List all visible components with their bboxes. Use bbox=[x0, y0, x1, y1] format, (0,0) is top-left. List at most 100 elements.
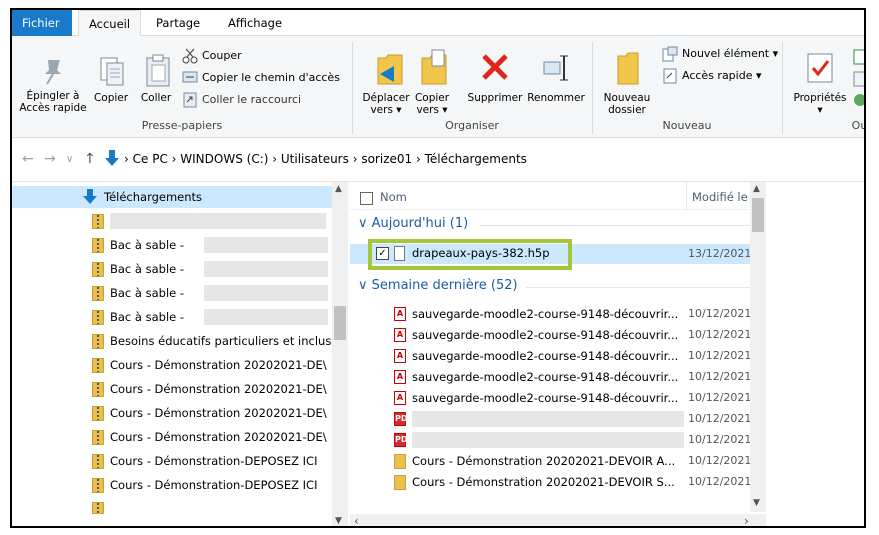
pdf-icon: PDF bbox=[394, 433, 413, 447]
tree-item-label: Cours - Démonstration 20202021-DE\ bbox=[110, 382, 327, 396]
file-row[interactable]: Asauvegarde-moodle2-course-9148-découvri… bbox=[350, 367, 751, 387]
horizontal-scrollbar[interactable]: ‹ › bbox=[350, 514, 766, 526]
file-row[interactable]: Asauvegarde-moodle2-course-9148-découvri… bbox=[350, 304, 752, 324]
downloads-folder-icon bbox=[83, 189, 97, 204]
tab-partage[interactable]: Partage bbox=[146, 10, 210, 36]
easy-access-button[interactable]: Accès rapide ▾ bbox=[682, 69, 762, 83]
file-date: 10/12/2021 bbox=[688, 391, 752, 404]
pdf-icon: A bbox=[394, 349, 406, 363]
select-all-checkbox[interactable] bbox=[360, 192, 373, 205]
tree-item[interactable]: Cours - Démonstration-DEPOSEZ ICI bbox=[12, 474, 332, 496]
file-name: sauvegarde-moodle2-course-9148-découvrir… bbox=[412, 349, 679, 363]
pin-quick-access-button[interactable]: Épingler à Accès rapide bbox=[14, 90, 92, 114]
recent-locations-button[interactable]: ∨ bbox=[66, 154, 73, 165]
scroll-left-arrow[interactable]: ‹ bbox=[354, 514, 359, 526]
zip-folder-icon bbox=[92, 262, 104, 277]
file-row[interactable]: Cours - Démonstration 20202021-DEVOIR S.… bbox=[350, 472, 751, 492]
group-header-last-week[interactable]: ∨ Semaine dernière (52) bbox=[358, 278, 518, 293]
tree-item[interactable]: Bac à sable - bbox=[12, 258, 332, 280]
column-name-header[interactable]: Nom bbox=[380, 190, 407, 204]
column-modified-header[interactable]: Modifié le bbox=[692, 190, 748, 204]
ribbon: Épingler à Accès rapide Copier Coller Co… bbox=[12, 36, 864, 138]
tree-item-label: Bac à sable - bbox=[110, 286, 185, 300]
zip-folder-icon bbox=[92, 454, 104, 469]
tree-item[interactable]: Cours - Démonstration 20202021-DE\ bbox=[12, 378, 332, 400]
tree-item[interactable]: Cours - Démonstration 20202021-DE\ bbox=[12, 354, 332, 376]
tree-item[interactable]: Cours - Démonstration 20202021-DE\ bbox=[12, 426, 332, 448]
address-bar: ← → ∨ ↑ › Ce PC › WINDOWS (C:) › Utilisa… bbox=[12, 138, 864, 182]
organize-group-label: Organiser bbox=[445, 119, 499, 132]
delete-button[interactable]: Supprimer bbox=[458, 92, 532, 104]
file-list-scrollbar[interactable]: ▲ ▼ bbox=[750, 182, 766, 512]
crumb-sorize01[interactable]: sorize01 bbox=[361, 152, 412, 166]
tree-item-partial[interactable] bbox=[12, 500, 332, 514]
scissors-icon bbox=[182, 48, 198, 64]
redacted-text bbox=[412, 411, 684, 427]
file-row[interactable]: Asauvegarde-moodle2-course-9148-découvri… bbox=[350, 325, 751, 345]
zip-folder-icon bbox=[92, 214, 104, 229]
tree-item[interactable]: Cours - Démonstration-DEPOSEZ ICI bbox=[12, 450, 332, 472]
pdf-icon: A bbox=[394, 328, 406, 342]
tab-affichage[interactable]: Affichage bbox=[218, 10, 292, 36]
file-date: 10/12/2021 bbox=[688, 307, 752, 320]
rename-button[interactable]: Renommer bbox=[526, 92, 586, 104]
zip-folder-icon bbox=[92, 334, 104, 349]
file-row[interactable]: Asauvegarde-moodle2-course-9148-découvri… bbox=[350, 346, 751, 366]
tree-item[interactable]: Bac à sable - bbox=[12, 306, 332, 328]
crumb-telechargements[interactable]: Téléchargements bbox=[425, 152, 527, 166]
redacted-text bbox=[204, 285, 328, 301]
copy-path-button[interactable]: Copier le chemin d'accès bbox=[202, 71, 340, 85]
paste-shortcut-icon bbox=[183, 92, 197, 108]
forward-button[interactable]: → bbox=[44, 151, 56, 167]
tab-accueil[interactable]: Accueil bbox=[78, 10, 142, 37]
highlight-box bbox=[368, 239, 572, 270]
group-header-today[interactable]: ∨ Aujourd'hui (1) bbox=[358, 216, 468, 231]
file-row[interactable]: PDF 10/12/2021 bbox=[350, 409, 751, 429]
tab-fichier[interactable]: Fichier bbox=[12, 10, 72, 36]
up-button[interactable]: ↑ bbox=[84, 151, 96, 167]
new-folder-icon bbox=[617, 52, 639, 85]
file-row[interactable]: PDF 10/12/2021 bbox=[350, 430, 751, 450]
tree-item[interactable]: Bac à sable - bbox=[12, 282, 332, 304]
tree-item[interactable]: Besoins éducatifs particuliers et inclus bbox=[12, 330, 332, 352]
move-to-button[interactable]: Déplacer vers ▾ bbox=[360, 92, 412, 116]
tree-item[interactable]: Bac à sable - bbox=[12, 234, 332, 256]
tree-item[interactable] bbox=[12, 210, 332, 232]
pdf-icon: A bbox=[394, 391, 406, 405]
column-header-row: Nom Modifié le bbox=[350, 182, 750, 210]
column-divider[interactable] bbox=[686, 182, 687, 210]
crumb-windows-c[interactable]: WINDOWS (C:) bbox=[180, 152, 268, 166]
cut-button[interactable]: Couper bbox=[202, 49, 242, 63]
redacted-text bbox=[110, 213, 326, 229]
scroll-up-arrow[interactable]: ▲ bbox=[335, 184, 342, 194]
tree-item[interactable]: Cours - Démonstration 20202021-DE\ bbox=[12, 402, 332, 424]
copy-button[interactable]: Copier bbox=[92, 92, 130, 104]
zip-folder-icon bbox=[92, 238, 104, 253]
tree-scrollbar[interactable]: ▲ ▼ bbox=[332, 182, 348, 526]
new-folder-button[interactable]: Nouveau dossier bbox=[602, 92, 652, 116]
copy-to-button[interactable]: Copier vers ▾ bbox=[408, 92, 456, 116]
redacted-text bbox=[204, 237, 328, 253]
zip-folder-icon bbox=[92, 286, 104, 301]
scroll-down-arrow[interactable]: ▼ bbox=[753, 498, 760, 508]
tree-item-label: Bac à sable - bbox=[110, 262, 185, 276]
file-scroll-thumb[interactable] bbox=[752, 198, 764, 232]
scroll-down-arrow[interactable]: ▼ bbox=[335, 516, 342, 526]
file-row[interactable]: Cours - Démonstration 20202021-DEVOIR A.… bbox=[350, 451, 751, 471]
scroll-right-arrow[interactable]: › bbox=[744, 514, 749, 526]
zip-folder-icon bbox=[92, 502, 104, 514]
back-button[interactable]: ← bbox=[22, 151, 34, 167]
tree-scroll-thumb[interactable] bbox=[334, 306, 346, 340]
scroll-up-arrow[interactable]: ▲ bbox=[753, 184, 760, 194]
crumb-ce-pc[interactable]: Ce PC bbox=[133, 152, 168, 166]
tree-item-telechargements[interactable]: Téléchargements bbox=[12, 186, 332, 208]
file-name: sauvegarde-moodle2-course-9148-découvrir… bbox=[412, 370, 679, 384]
file-row[interactable]: Asauvegarde-moodle2-course-9148-découvri… bbox=[350, 388, 752, 408]
group-rule bbox=[526, 287, 750, 288]
paste-shortcut-button[interactable]: Coller le raccourci bbox=[202, 93, 301, 107]
paste-button[interactable]: Coller bbox=[136, 92, 176, 104]
crumb-utilisateurs[interactable]: Utilisateurs bbox=[281, 152, 349, 166]
tree-item-label: Cours - Démonstration-DEPOSEZ ICI bbox=[110, 478, 318, 492]
new-item-button[interactable]: Nouvel élément ▾ bbox=[682, 47, 778, 61]
properties-button[interactable]: Propriétés ▾ bbox=[788, 92, 852, 116]
